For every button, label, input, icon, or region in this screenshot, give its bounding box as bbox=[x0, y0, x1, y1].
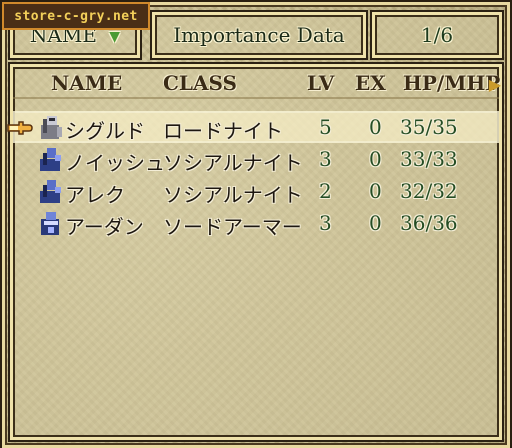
unit-class: ロードナイト bbox=[163, 119, 283, 143]
unit-name: アレク bbox=[65, 183, 125, 207]
page-indicator: 1/6 bbox=[370, 10, 504, 60]
unit-name: アーダン bbox=[65, 215, 144, 239]
unit-name: ノイッシュ bbox=[65, 151, 165, 175]
lord-knight-sprite-icon bbox=[41, 116, 62, 139]
column-header-hp[interactable]: HP/MHP bbox=[403, 71, 500, 95]
unit-hp: 36/36 bbox=[400, 211, 458, 235]
unit-hp: 35/35 bbox=[400, 115, 458, 139]
column-header-class[interactable]: CLASS bbox=[163, 71, 237, 95]
column-header-ex[interactable]: EX bbox=[355, 71, 386, 95]
unit-name: シグルド bbox=[65, 119, 145, 143]
column-header-lv[interactable]: LV bbox=[307, 71, 334, 95]
unit-exp: 0 bbox=[369, 211, 382, 235]
unit-table: NAME CLASS LV EX HP/MHP ▶ シグルド ロードナイト 5 … bbox=[7, 62, 504, 442]
unit-hp: 33/33 bbox=[400, 147, 458, 171]
table-row[interactable]: ノイッシュ ソシアルナイト 3 0 33/33 bbox=[13, 143, 499, 175]
unit-class: ソシアルナイト bbox=[163, 151, 303, 175]
unit-level: 3 bbox=[319, 211, 332, 235]
unit-level: 5 bbox=[319, 115, 332, 139]
header-divider bbox=[13, 97, 499, 99]
unit-exp: 0 bbox=[369, 147, 382, 171]
social-knight-sprite-icon bbox=[40, 148, 61, 171]
triangle-down-icon: ▼ bbox=[109, 29, 121, 45]
table-row[interactable]: アレク ソシアルナイト 2 0 32/32 bbox=[13, 175, 499, 207]
unit-level: 2 bbox=[319, 179, 332, 203]
page-title: Importance Data bbox=[173, 23, 345, 47]
watermark-text: store-c-gry.net bbox=[14, 8, 138, 24]
unit-class: ソードアーマー bbox=[163, 215, 302, 239]
chevron-right-icon[interactable]: ▶ bbox=[489, 75, 501, 94]
table-row[interactable]: シグルド ロードナイト 5 0 35/35 bbox=[7, 111, 499, 143]
title-panel: Importance Data bbox=[150, 10, 368, 60]
unit-list-screen: NAME ▼ Importance Data 1/6 store-c-gry.n… bbox=[0, 0, 512, 448]
unit-exp: 0 bbox=[369, 179, 382, 203]
table-row[interactable]: アーダン ソードアーマー 3 0 36/36 bbox=[13, 207, 499, 239]
sword-armor-sprite-icon bbox=[41, 212, 59, 235]
unit-hp: 32/32 bbox=[400, 179, 458, 203]
pointing-hand-icon bbox=[7, 121, 33, 135]
unit-exp: 0 bbox=[369, 115, 382, 139]
social-knight-sprite-icon bbox=[40, 180, 61, 203]
unit-class: ソシアルナイト bbox=[163, 183, 303, 207]
page-number: 1/6 bbox=[420, 23, 454, 47]
column-header-name[interactable]: NAME bbox=[51, 71, 122, 95]
watermark-badge: store-c-gry.net bbox=[2, 2, 150, 30]
unit-level: 3 bbox=[319, 147, 332, 171]
